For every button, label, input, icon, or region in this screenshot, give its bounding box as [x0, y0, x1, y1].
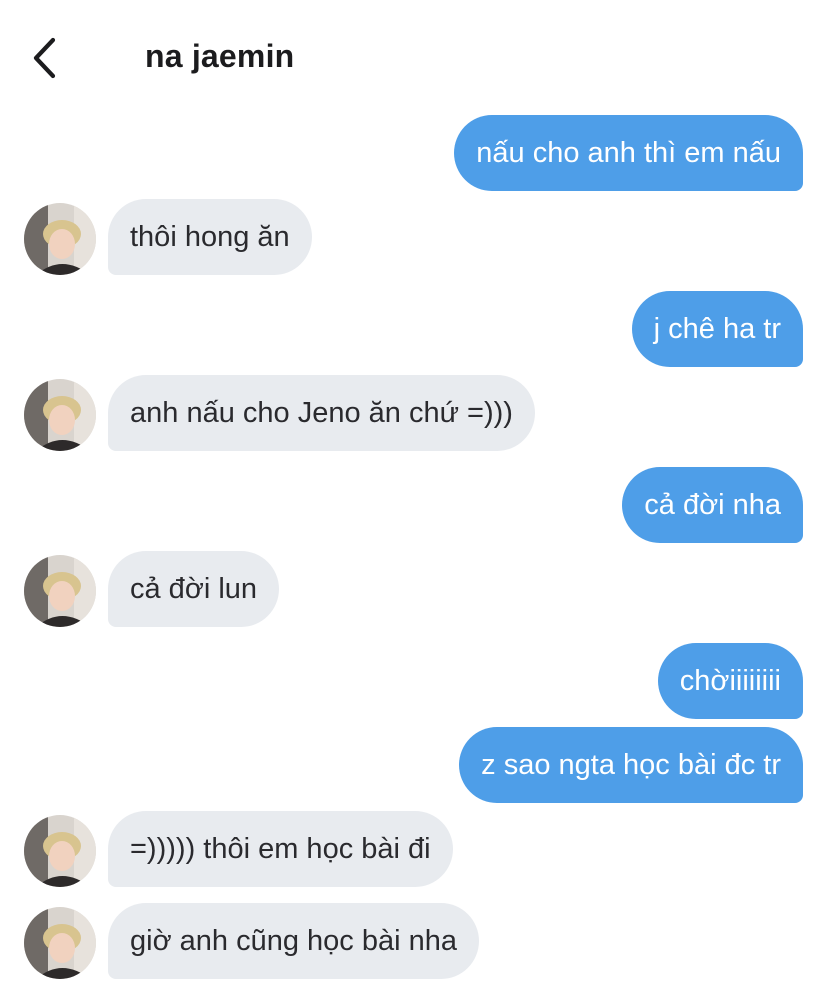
sent-message[interactable]: cả đời nha	[622, 467, 803, 543]
received-message[interactable]: anh nấu cho Jeno ăn chứ =)))	[108, 375, 535, 451]
back-button[interactable]	[26, 36, 66, 80]
received-message[interactable]: thôi hong ăn	[108, 199, 312, 275]
sent-message[interactable]: j chê ha tr	[631, 291, 803, 367]
contact-avatar	[24, 907, 96, 979]
contact-name: na jaemin	[145, 38, 295, 74]
chat-header: na jaemin	[0, 0, 826, 110]
contact-avatar	[24, 379, 96, 451]
contact-avatar	[24, 203, 96, 275]
sent-message[interactable]: z sao ngta học bài đc tr	[459, 727, 803, 803]
chevron-left-icon	[33, 37, 56, 79]
received-message[interactable]: giờ anh cũng học bài nha	[108, 903, 479, 979]
sent-message[interactable]: chờiiiiiiii	[657, 643, 803, 719]
contact-avatar	[24, 815, 96, 887]
sent-message[interactable]: nấu cho anh thì em nấu	[454, 115, 803, 191]
received-message[interactable]: cả đời lun	[108, 551, 280, 627]
received-message[interactable]: =))))) thôi em học bài đi	[108, 811, 453, 887]
contact-avatar	[24, 555, 96, 627]
